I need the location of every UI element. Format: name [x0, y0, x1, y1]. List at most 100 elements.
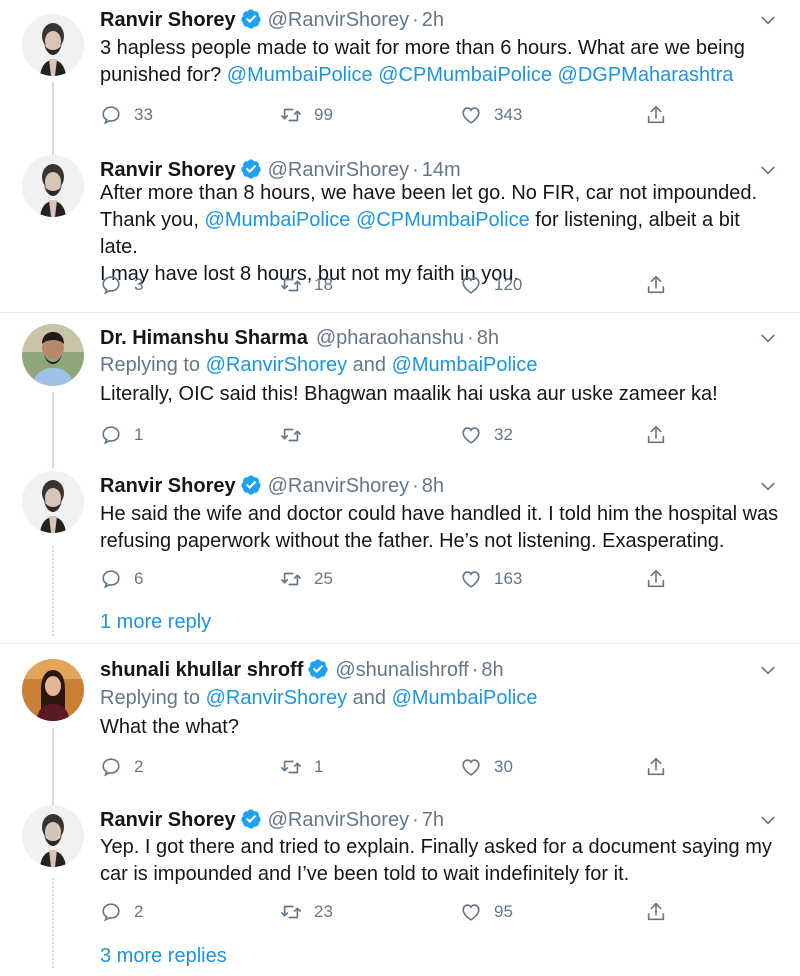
avatar[interactable]: [22, 324, 84, 386]
author-name[interactable]: Ranvir Shorey: [100, 9, 236, 31]
more-replies-link[interactable]: 1 more reply: [100, 611, 211, 634]
like-count: 343: [494, 105, 523, 124]
tweet-6[interactable]: Ranvir Shorey @RanvirShorey · 7h Yep. I got…: [0, 800, 800, 976]
retweet-button[interactable]: 1: [280, 752, 323, 782]
author-name[interactable]: Ranvir Shorey: [100, 809, 236, 831]
avatar[interactable]: [22, 14, 84, 76]
tweet-1[interactable]: Ranvir Shorey @RanvirShorey · 2h 3 hapless …: [0, 0, 800, 156]
tweet-header: shunali khullar shroff @shunalishroff · 8h: [100, 656, 750, 684]
verified-badge-icon: [240, 158, 262, 180]
text-line: After more than 8 hours, we have been le…: [100, 182, 758, 204]
tweet-text: Yep. I got there and tried to explain. F…: [100, 836, 772, 885]
mention-link[interactable]: @MumbaiPolice: [227, 64, 373, 86]
chevron-down-icon[interactable]: [758, 10, 778, 30]
chevron-down-icon[interactable]: [758, 476, 778, 496]
reply-button[interactable]: 2: [100, 752, 143, 782]
heart-icon: [460, 901, 482, 923]
share-button[interactable]: [645, 270, 667, 300]
share-button[interactable]: [645, 420, 667, 450]
thread-dots: [52, 546, 54, 636]
more-replies-link[interactable]: 3 more replies: [100, 945, 227, 968]
reply-icon: [100, 104, 122, 126]
tweet-3[interactable]: Dr. Himanshu Sharma @pharaohanshu · 8h Repl…: [0, 318, 800, 468]
author-handle[interactable]: @RanvirShorey: [268, 9, 409, 31]
mention-link[interactable]: @RanvirShorey: [206, 354, 347, 376]
chevron-down-icon[interactable]: [758, 810, 778, 830]
mention-link[interactable]: @MumbaiPolice: [392, 687, 538, 709]
author-handle[interactable]: @RanvirShorey: [268, 809, 409, 831]
mention-link[interactable]: @MumbaiPolice: [205, 209, 351, 231]
thread-line: [52, 82, 54, 156]
share-icon: [645, 756, 667, 778]
reply-icon: [100, 756, 122, 778]
thread-line: [52, 728, 54, 808]
replying-to: Replying to @RanvirShorey and @MumbaiPol…: [100, 352, 538, 379]
retweet-button[interactable]: 23: [280, 897, 333, 927]
author-name[interactable]: Dr. Himanshu Sharma: [100, 327, 308, 349]
tweet-actions: 2 23 95: [100, 897, 680, 927]
thread-dots: [52, 878, 54, 968]
mention-link[interactable]: @CPMumbaiPolice: [378, 64, 552, 86]
mention-link[interactable]: @MumbaiPolice: [392, 354, 538, 376]
share-button[interactable]: [645, 100, 667, 130]
tweet-2[interactable]: Ranvir Shorey @RanvirShorey · 14m After mor…: [0, 150, 800, 312]
timestamp[interactable]: 8h: [477, 327, 499, 349]
mention-link[interactable]: @DGPMaharashtra: [558, 64, 734, 86]
like-button[interactable]: 30: [460, 752, 513, 782]
like-button[interactable]: 343: [460, 100, 522, 130]
avatar[interactable]: [22, 471, 84, 533]
avatar[interactable]: [22, 155, 84, 217]
retweet-button[interactable]: [280, 420, 314, 450]
separator-dot: ·: [467, 327, 474, 349]
author-handle[interactable]: @RanvirShorey: [268, 159, 409, 181]
share-button[interactable]: [645, 564, 667, 594]
replying-and: and: [347, 687, 392, 709]
reply-button[interactable]: 2: [100, 897, 143, 927]
retweet-count: 99: [314, 105, 333, 124]
mention-link[interactable]: @RanvirShorey: [206, 687, 347, 709]
chevron-down-icon[interactable]: [758, 328, 778, 348]
replying-prefix: Replying to: [100, 354, 206, 376]
reply-button[interactable]: 1: [100, 420, 143, 450]
timestamp[interactable]: 14m: [422, 159, 461, 181]
retweet-button[interactable]: 99: [280, 100, 333, 130]
timestamp[interactable]: 2h: [422, 9, 444, 31]
like-button[interactable]: 163: [460, 564, 522, 594]
like-button[interactable]: 95: [460, 897, 513, 927]
replying-and: and: [347, 354, 392, 376]
share-button[interactable]: [645, 897, 667, 927]
timestamp[interactable]: 8h: [481, 659, 503, 681]
author-name[interactable]: shunali khullar shroff: [100, 659, 303, 681]
chevron-down-icon[interactable]: [758, 660, 778, 680]
author-handle[interactable]: @RanvirShorey: [268, 475, 409, 497]
avatar[interactable]: [22, 805, 84, 867]
like-count: 120: [494, 275, 523, 294]
like-button[interactable]: 32: [460, 420, 513, 450]
share-icon: [645, 568, 667, 590]
like-button[interactable]: 120: [460, 270, 522, 300]
mention-link[interactable]: @CPMumbaiPolice: [356, 209, 530, 231]
author-handle[interactable]: @pharaohanshu: [316, 327, 464, 349]
verified-badge-icon: [240, 8, 262, 30]
author-name[interactable]: Ranvir Shorey: [100, 475, 236, 497]
author-name[interactable]: Ranvir Shorey: [100, 159, 236, 181]
tweet-actions: 6 25 163: [100, 564, 680, 594]
verified-badge-icon: [307, 658, 329, 680]
avatar[interactable]: [22, 659, 84, 721]
retweet-button[interactable]: 18: [280, 270, 333, 300]
reply-icon: [100, 424, 122, 446]
timestamp[interactable]: 7h: [422, 809, 444, 831]
tweet-5[interactable]: shunali khullar shroff @shunalishroff · 8h …: [0, 650, 800, 808]
reply-button[interactable]: 3: [100, 270, 143, 300]
author-handle[interactable]: @shunalishroff: [335, 659, 468, 681]
retweet-icon: [280, 568, 302, 590]
tweet-4[interactable]: Ranvir Shorey @RanvirShorey · 8h He said th…: [0, 466, 800, 646]
share-button[interactable]: [645, 752, 667, 782]
reply-button[interactable]: 6: [100, 564, 143, 594]
timestamp[interactable]: 8h: [422, 475, 444, 497]
reply-button[interactable]: 33: [100, 100, 153, 130]
retweet-button[interactable]: 25: [280, 564, 333, 594]
separator-dot: ·: [471, 659, 479, 681]
tweet-header: Ranvir Shorey @RanvirShorey · 2h: [100, 6, 750, 34]
chevron-down-icon[interactable]: [758, 160, 778, 180]
